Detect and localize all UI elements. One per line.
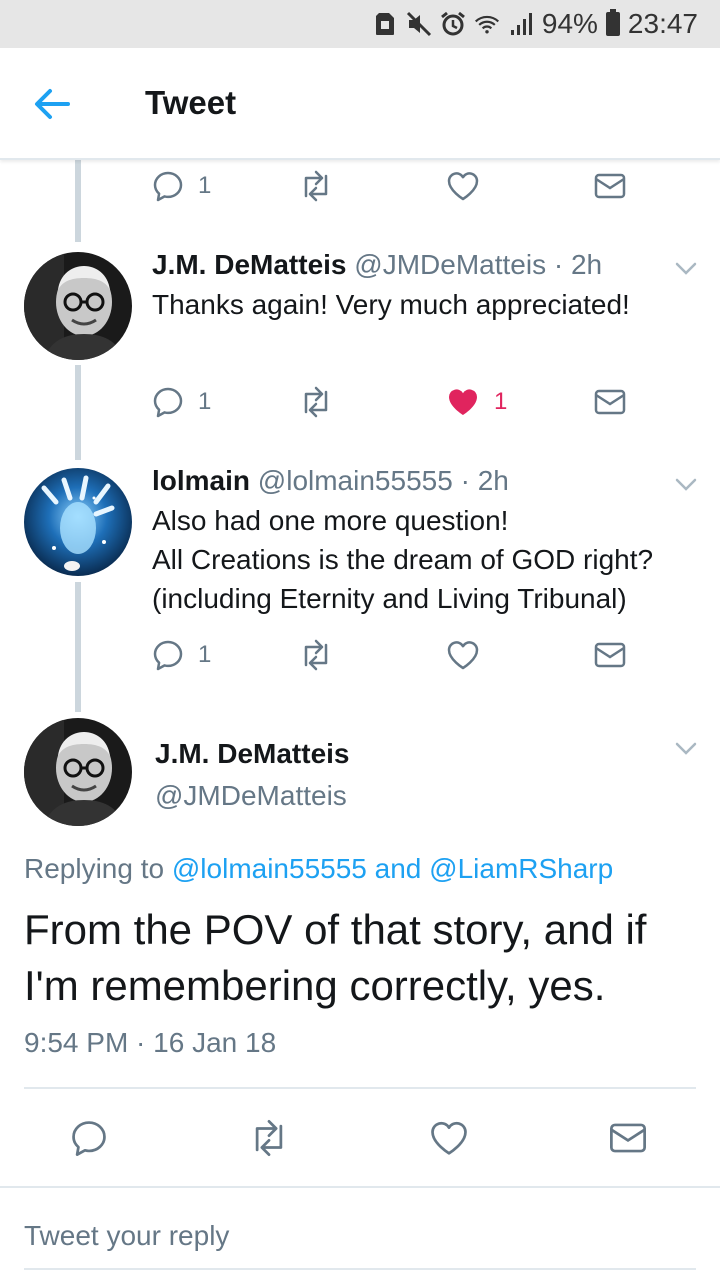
separator: · bbox=[460, 465, 470, 496]
tweet-text: Also had one more question! All Creation… bbox=[152, 505, 654, 614]
retweet-button[interactable] bbox=[247, 1114, 291, 1162]
chevron-down-icon[interactable] bbox=[674, 477, 698, 493]
separator: · bbox=[553, 249, 564, 280]
tweet-actions: 1 1 bbox=[152, 380, 652, 424]
tweet-actions: 1 bbox=[152, 633, 652, 677]
page-title: Tweet bbox=[145, 84, 237, 121]
author-handle[interactable]: @JMDeMatteis bbox=[155, 780, 347, 812]
battery-icon bbox=[605, 9, 620, 36]
back-button[interactable] bbox=[30, 84, 74, 124]
replying-to: Replying to @lolmain55555 and @LiamRShar… bbox=[24, 853, 613, 885]
mention-and: and bbox=[366, 853, 430, 884]
battery-percent: 94% bbox=[541, 8, 598, 39]
reply-bar: Tweet your reply bbox=[0, 1186, 720, 1280]
dm-button[interactable] bbox=[609, 1114, 647, 1162]
mention-link[interactable]: @LiamRSharp bbox=[429, 853, 613, 884]
retweet-button[interactable] bbox=[298, 164, 334, 208]
thread-line bbox=[75, 365, 81, 460]
reply-underline bbox=[24, 1268, 696, 1270]
like-button[interactable] bbox=[446, 633, 480, 677]
reply-input[interactable]: Tweet your reply bbox=[24, 1220, 229, 1252]
thread-line bbox=[75, 160, 81, 242]
reply-count: 1 bbox=[198, 172, 212, 199]
retweet-button[interactable] bbox=[298, 633, 334, 677]
like-count: 1 bbox=[494, 388, 508, 415]
heart-icon bbox=[447, 641, 479, 670]
status-icons: 94% 23:47 bbox=[372, 8, 698, 40]
avatar[interactable] bbox=[24, 718, 132, 826]
replying-prefix: Replying to bbox=[24, 853, 172, 884]
envelope-icon bbox=[594, 642, 626, 668]
avatar[interactable] bbox=[24, 468, 132, 576]
retweet-icon bbox=[255, 1120, 283, 1156]
reply-icon bbox=[153, 640, 183, 671]
reply-button[interactable] bbox=[70, 1114, 108, 1162]
avatar[interactable] bbox=[24, 252, 132, 360]
tweet-header: J.M. DeMatteis @JMDeMatteis · 2h bbox=[152, 249, 602, 281]
reply-icon bbox=[153, 171, 183, 202]
author-name[interactable]: J.M. DeMatteis bbox=[152, 249, 347, 280]
clock: 23:47 bbox=[627, 8, 698, 39]
tweet-time: 2h bbox=[477, 465, 509, 496]
tweet-text: Thanks again! Very much appreciated! bbox=[152, 289, 630, 320]
wifi-icon bbox=[474, 11, 500, 37]
reply-icon bbox=[72, 1121, 106, 1156]
like-button[interactable] bbox=[446, 164, 480, 208]
main-tweet-text: From the POV of that story, and if I'm r… bbox=[24, 906, 647, 1009]
alarm-icon bbox=[440, 11, 466, 37]
dm-button[interactable] bbox=[594, 164, 626, 208]
heart-filled-icon bbox=[448, 389, 478, 415]
envelope-icon bbox=[594, 389, 626, 415]
envelope-icon bbox=[610, 1123, 646, 1153]
arrow-left-icon bbox=[35, 89, 70, 119]
like-button[interactable]: 1 bbox=[446, 380, 507, 424]
dm-button[interactable] bbox=[594, 633, 626, 677]
author-handle[interactable]: @lolmain55555 bbox=[258, 465, 453, 496]
mute-icon bbox=[406, 11, 432, 37]
chevron-down-icon[interactable] bbox=[674, 261, 698, 277]
retweet-icon bbox=[304, 170, 328, 202]
reply-count: 1 bbox=[198, 388, 212, 415]
thread-line bbox=[75, 582, 81, 712]
reply-button[interactable]: 1 bbox=[152, 380, 211, 424]
tweet-timestamp: 9:54 PM · 16 Jan 18 bbox=[24, 1027, 277, 1058]
divider bbox=[24, 1087, 696, 1089]
envelope-icon bbox=[594, 173, 626, 199]
reply-button[interactable]: 1 bbox=[152, 164, 211, 208]
reply-button[interactable]: 1 bbox=[152, 633, 211, 677]
signal-icon bbox=[508, 11, 534, 37]
tweet-time: 2h bbox=[570, 249, 603, 280]
author-name[interactable]: lolmain bbox=[152, 465, 250, 496]
status-bar: 94% 23:47 bbox=[0, 0, 720, 48]
reply-count: 1 bbox=[198, 641, 212, 668]
heart-icon bbox=[431, 1121, 467, 1155]
retweet-icon bbox=[304, 386, 328, 418]
retweet-icon bbox=[304, 639, 328, 671]
sd-card-icon bbox=[372, 11, 398, 37]
reply-icon bbox=[153, 387, 183, 418]
app-header: Tweet bbox=[0, 48, 720, 160]
retweet-button[interactable] bbox=[298, 380, 334, 424]
tweet-header: lolmain @lolmain55555 · 2h bbox=[152, 465, 509, 497]
like-button[interactable] bbox=[429, 1114, 469, 1162]
tweet-actions: 1 bbox=[152, 164, 652, 208]
chevron-down-icon[interactable] bbox=[674, 741, 698, 757]
mention-link[interactable]: @lolmain55555 bbox=[172, 853, 367, 884]
main-tweet-actions bbox=[0, 1114, 720, 1162]
dm-button[interactable] bbox=[594, 380, 626, 424]
author-handle[interactable]: @JMDeMatteis bbox=[354, 249, 546, 280]
author-name[interactable]: J.M. DeMatteis bbox=[155, 738, 350, 770]
heart-icon bbox=[447, 172, 479, 201]
